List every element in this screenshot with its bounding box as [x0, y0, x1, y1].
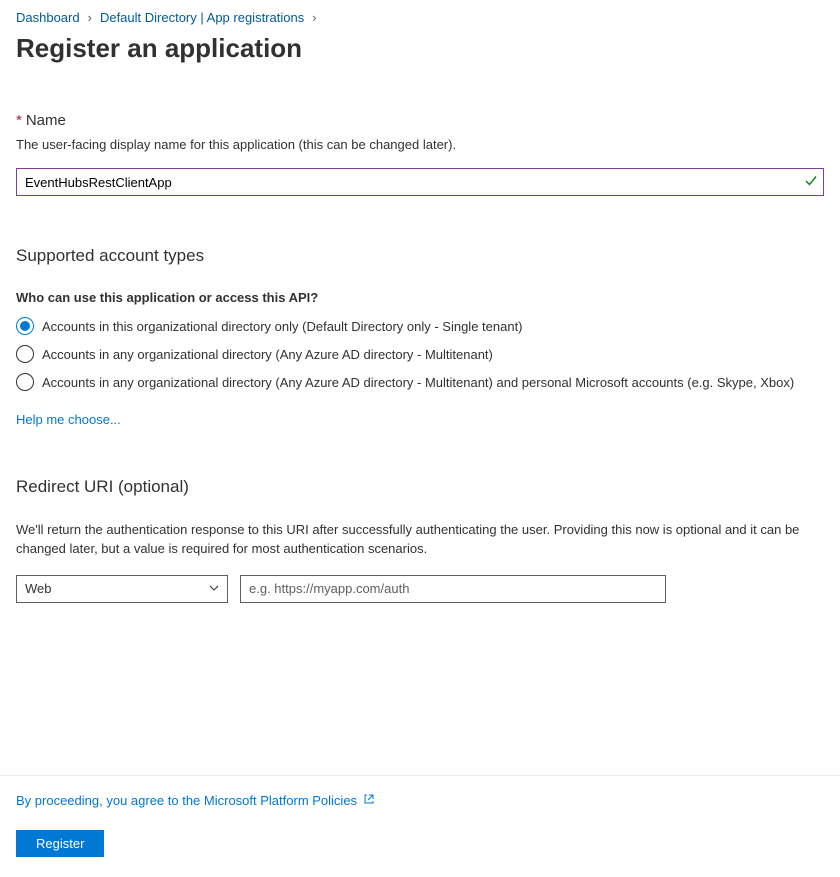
- redirect-type-select[interactable]: Web: [16, 575, 228, 603]
- radio-label: Accounts in this organizational director…: [42, 319, 523, 334]
- name-helper-text: The user-facing display name for this ap…: [16, 137, 824, 152]
- name-input[interactable]: [16, 168, 824, 196]
- redirect-type-value: Web: [25, 581, 52, 596]
- footer: By proceeding, you agree to the Microsof…: [0, 775, 840, 877]
- page-title: Register an application: [16, 33, 824, 64]
- redirect-uri-input[interactable]: [240, 575, 666, 603]
- account-types-heading: Supported account types: [16, 246, 824, 266]
- platform-policies-link[interactable]: By proceeding, you agree to the Microsof…: [16, 793, 375, 808]
- checkmark-icon: [804, 174, 818, 191]
- radio-option-multitenant-personal[interactable]: Accounts in any organizational directory…: [16, 373, 824, 391]
- redirect-uri-heading: Redirect URI (optional): [16, 477, 824, 497]
- radio-icon: [16, 317, 34, 335]
- required-indicator: *: [16, 112, 22, 129]
- radio-icon: [16, 345, 34, 363]
- radio-option-multitenant[interactable]: Accounts in any organizational directory…: [16, 345, 824, 363]
- breadcrumb-dashboard[interactable]: Dashboard: [16, 10, 80, 25]
- radio-icon: [16, 373, 34, 391]
- radio-label: Accounts in any organizational directory…: [42, 347, 493, 362]
- breadcrumb: Dashboard › Default Directory | App regi…: [16, 10, 824, 25]
- register-button[interactable]: Register: [16, 830, 104, 857]
- chevron-right-icon: ›: [312, 10, 316, 25]
- name-label: *Name: [16, 112, 824, 129]
- external-link-icon: [363, 793, 375, 808]
- breadcrumb-app-registrations[interactable]: Default Directory | App registrations: [100, 10, 304, 25]
- account-types-question: Who can use this application or access t…: [16, 290, 824, 305]
- radio-option-single-tenant[interactable]: Accounts in this organizational director…: [16, 317, 824, 335]
- radio-label: Accounts in any organizational directory…: [42, 375, 794, 390]
- redirect-uri-description: We'll return the authentication response…: [16, 521, 824, 559]
- help-me-choose-link[interactable]: Help me choose...: [16, 412, 121, 427]
- chevron-right-icon: ›: [88, 10, 92, 25]
- account-types-radio-group: Accounts in this organizational director…: [16, 317, 824, 391]
